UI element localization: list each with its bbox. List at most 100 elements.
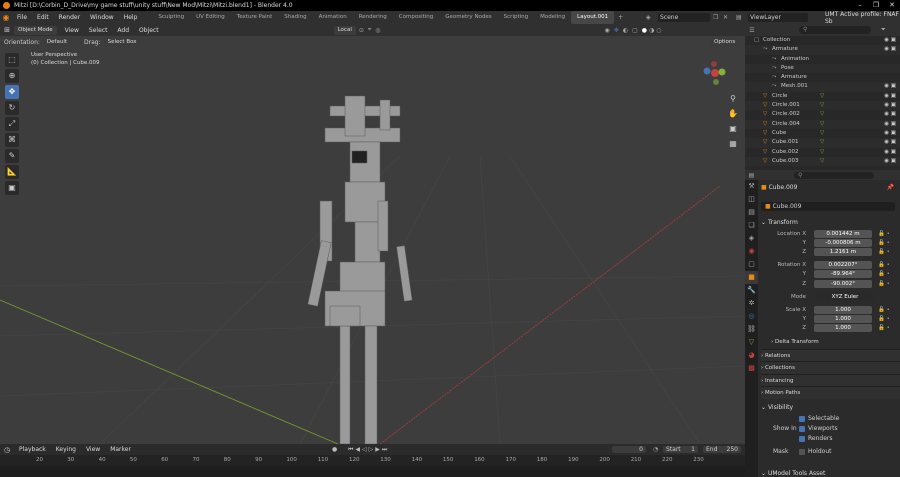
lock-keyframe-icons[interactable]: 🔓 • [878, 307, 890, 313]
tab-texture-paint[interactable]: Texture Paint [231, 11, 279, 24]
visibility-toggle-icons[interactable]: ◉ ▣ [884, 138, 896, 147]
panel-motion-paths[interactable]: › Motion Paths [761, 386, 900, 399]
menu-view[interactable]: View [60, 24, 84, 37]
location-y-field[interactable]: -0.000806 m [814, 238, 872, 247]
tab-scripting[interactable]: Scripting [498, 11, 534, 24]
tab-compositing[interactable]: Compositing [393, 11, 439, 24]
visibility-icon[interactable]: ◉ [605, 27, 610, 34]
outliner-row[interactable]: ⤳ Animation [745, 55, 900, 64]
outliner-editor-icon[interactable]: ☰ [745, 27, 759, 34]
rotation-z-field[interactable]: -90.002° [814, 279, 872, 288]
renders-checkbox[interactable] [799, 435, 805, 442]
object-name-field[interactable]: ■ Cube.009 [761, 202, 895, 211]
mode-select[interactable]: Object Mode [14, 25, 57, 35]
visibility-toggle-icons[interactable]: ◉ ▣ [884, 45, 896, 54]
pan-hand-icon[interactable]: ✋ [727, 106, 739, 121]
orientation-select[interactable]: Default [42, 38, 72, 47]
material-tab-icon[interactable]: ◕ [745, 349, 758, 362]
collection-tab-icon[interactable]: ▢ [745, 258, 758, 271]
holdout-row[interactable]: Mask Holdout [761, 444, 900, 460]
visibility-toggle-icons[interactable]: ◉ ▣ [884, 92, 896, 101]
world-tab-icon[interactable]: ◉ [745, 245, 758, 258]
pivot-icon[interactable]: ⊙ [359, 27, 364, 34]
rotate-tool-icon[interactable]: ↻ [5, 101, 19, 115]
menu-help[interactable]: Help [119, 11, 143, 24]
outliner-row[interactable]: ▽ Cube.001 ▽ ◉ ▣ [745, 138, 900, 148]
minimize-icon[interactable]: – [852, 0, 868, 11]
scale-y-field[interactable]: 1.000 [814, 315, 872, 324]
current-frame-field[interactable]: 0 [612, 446, 646, 453]
record-icon[interactable]: ● [332, 446, 337, 453]
lock-keyframe-icons[interactable]: 🔓 • [878, 281, 890, 287]
particles-tab-icon[interactable]: ✲ [745, 297, 758, 310]
copy-scene-icon[interactable]: ❐ [713, 14, 718, 21]
maximize-icon[interactable]: ❐ [868, 0, 884, 11]
outliner-row[interactable]: ⤳ Armature [745, 73, 900, 82]
visibility-toggle-icons[interactable]: ◉ ▣ [884, 110, 896, 119]
texture-tab-icon[interactable]: ▩ [745, 362, 758, 375]
outliner-row[interactable]: ▽ Cube ▽ ◉ ▣ [745, 129, 900, 138]
viewlayer-field[interactable]: ViewLayer [748, 13, 808, 22]
lock-keyframe-icons[interactable]: 🔓 • [878, 240, 890, 246]
lock-keyframe-icons[interactable]: 🔓 • [878, 249, 890, 255]
cursor-tool-icon[interactable]: ⊕ [5, 69, 19, 83]
rotation-y-field[interactable]: -89.964° [814, 270, 872, 279]
lock-keyframe-icons[interactable]: 🔓 • [878, 325, 890, 331]
output-tab-icon[interactable]: ▤ [745, 206, 758, 219]
tab-sculpting[interactable]: Sculpting [152, 11, 190, 24]
timeline-editor-icon[interactable]: ◷ [0, 446, 14, 454]
camera-view-icon[interactable]: ▣ [727, 121, 739, 136]
selectable-row[interactable]: Selectable [761, 414, 900, 424]
visibility-toggle-icons[interactable]: ◉ ▣ [884, 82, 896, 91]
options-dropdown[interactable]: Options [710, 38, 740, 47]
grid-view-icon[interactable]: ▦ [727, 136, 739, 151]
selectable-checkbox[interactable] [799, 415, 805, 422]
scale-z-field[interactable]: 1.000 [814, 324, 872, 333]
zoom-icon[interactable]: ⚲ [727, 91, 739, 106]
outliner-row[interactable]: ▽ Circle.004 ▽ ◉ ▣ [745, 119, 900, 129]
visibility-toggle-icons[interactable]: ◉ ▣ [884, 36, 896, 45]
outliner-row[interactable]: ▽ Circle ▽ ◉ ▣ [745, 92, 900, 101]
outliner-search-field[interactable]: ⚲ [799, 26, 871, 34]
add-workspace-icon[interactable]: + [614, 14, 627, 21]
properties-editor-icon[interactable]: ▤ [745, 172, 758, 179]
view-layer-tab-icon[interactable]: ❏ [745, 219, 758, 232]
character-model[interactable] [307, 95, 413, 444]
tab-modeling[interactable]: Modeling [534, 11, 571, 24]
delete-scene-icon[interactable]: ✕ [723, 14, 728, 21]
pin-icon[interactable]: 📌 [887, 184, 894, 191]
location-z-field[interactable]: 1.2161 m [814, 247, 872, 256]
tab-animation[interactable]: Animation [313, 11, 353, 24]
editor-type-icon[interactable]: ⊞ [0, 26, 14, 34]
rotation-mode-field[interactable]: XYZ Euler [814, 292, 876, 301]
snap-icon[interactable]: ⌖ [368, 26, 371, 34]
close-icon[interactable]: ✕ [884, 0, 900, 11]
visibility-toggle-icons[interactable]: ◉ ▣ [884, 157, 896, 166]
timeline-track[interactable] [0, 466, 745, 477]
3d-viewport[interactable]: User Perspective (0) Collection | Cube.0… [0, 36, 745, 444]
scene-field[interactable]: Scene [658, 13, 710, 22]
visibility-toggle-icons[interactable]: ◉ ▣ [884, 120, 896, 129]
tab-rendering[interactable]: Rendering [353, 11, 393, 24]
measure-tool-icon[interactable]: 📐 [5, 165, 19, 179]
outliner-row[interactable]: ⤳ Mesh.001 ◉ ▣ [745, 82, 900, 92]
tool-tab-icon[interactable]: ⚒ [745, 180, 758, 193]
xray-icon[interactable]: ▢ [632, 27, 638, 34]
visibility-header[interactable]: ⌄ Visibility [761, 402, 900, 414]
menu-file[interactable]: File [12, 11, 32, 24]
render-tab-icon[interactable]: ◫ [745, 193, 758, 206]
tab-layout-001[interactable]: Layout.001 [571, 11, 615, 24]
transform-header[interactable]: ⌄ Transform [761, 217, 900, 229]
shading-solid-icon[interactable]: ● [642, 27, 647, 34]
navigation-gizmo[interactable] [700, 58, 730, 88]
tab-shading[interactable]: Shading [278, 11, 312, 24]
menu-render[interactable]: Render [54, 11, 85, 24]
playback-controls[interactable]: ⏮◀◁▷▶⏭ [348, 446, 389, 454]
scale-tool-icon[interactable]: ⤢ [5, 117, 19, 131]
menu-window[interactable]: Window [85, 11, 119, 24]
data-tab-icon[interactable]: ▽ [745, 336, 758, 349]
transform-orientation-select[interactable]: Local [333, 25, 356, 35]
constraints-tab-icon[interactable]: ⛓ [745, 323, 758, 336]
start-frame-field[interactable]: Start 1 [663, 446, 698, 453]
outliner-row[interactable]: ▽ Cube.003 ▽ ◉ ▣ [745, 156, 900, 167]
